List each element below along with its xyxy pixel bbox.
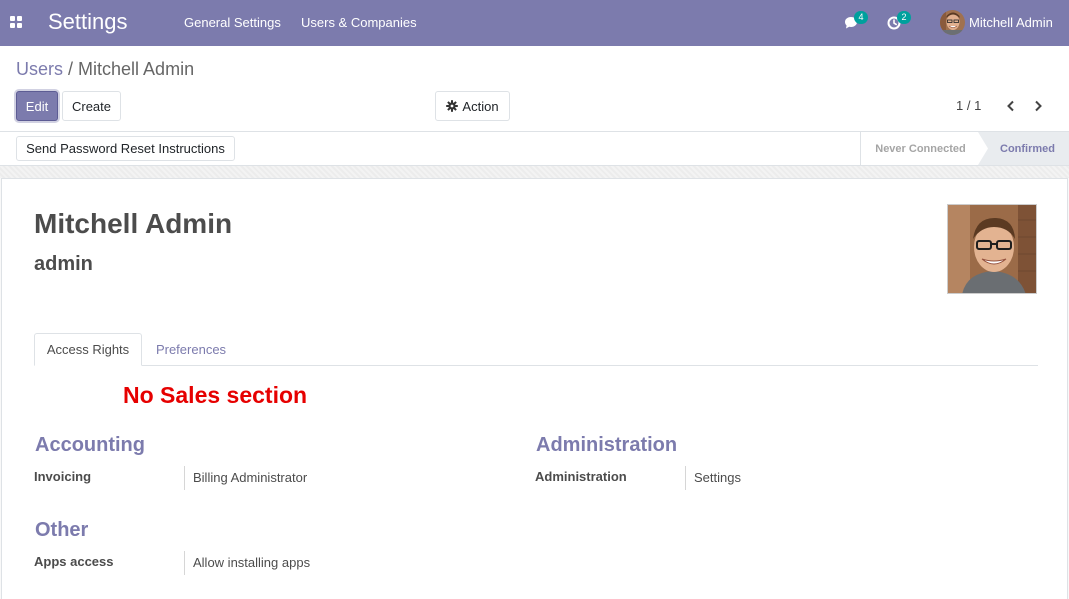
send-password-reset-button[interactable]: Send Password Reset Instructions — [16, 136, 235, 161]
messages-menu[interactable]: 4 — [844, 11, 868, 31]
action-button[interactable]: Action — [435, 91, 510, 121]
field-label-invoicing: Invoicing — [34, 469, 92, 484]
annotation-text: No Sales section — [123, 382, 308, 408]
pager-previous-button[interactable] — [1001, 96, 1021, 116]
user-photo[interactable] — [947, 204, 1037, 294]
group-title-accounting: Accounting — [35, 434, 145, 456]
form-statusbar: Send Password Reset Instructions Never C… — [0, 132, 1069, 166]
menu-general-settings[interactable]: General Settings — [184, 15, 281, 30]
status-confirmed: Confirmed — [978, 132, 1069, 165]
field-label-apps-access: Apps access — [34, 554, 114, 569]
field-value-administration[interactable]: Settings — [685, 466, 741, 490]
breadcrumb-separator: / — [68, 59, 74, 79]
activities-menu[interactable]: 2 — [887, 11, 911, 31]
pager-value[interactable]: 1 / 1 — [956, 98, 981, 113]
create-button[interactable]: Create — [62, 91, 121, 121]
breadcrumb-current: Mitchell Admin — [78, 59, 195, 79]
gear-icon — [446, 100, 459, 112]
apps-grid-icon[interactable] — [10, 16, 22, 28]
edit-button[interactable]: Edit — [16, 91, 58, 121]
chevron-right-icon — [1035, 100, 1042, 112]
group-title-administration: Administration — [536, 434, 678, 456]
field-label-administration: Administration — [535, 469, 627, 484]
group-title-other: Other — [35, 519, 89, 541]
user-login-field[interactable]: admin — [34, 253, 93, 276]
user-name-field[interactable]: Mitchell Admin — [34, 208, 232, 240]
chevron-left-icon — [1007, 100, 1014, 112]
field-value-invoicing[interactable]: Billing Administrator — [184, 466, 307, 490]
activities-count-badge: 2 — [897, 11, 911, 24]
form-sheet: Mitchell Admin admin Access Rights Prefe… — [1, 178, 1068, 599]
control-panel: Users / Mitchell Admin Edit Create Action … — [0, 46, 1069, 132]
notebook-tabs: Access Rights Preferences — [34, 333, 1038, 366]
messages-count-badge: 4 — [854, 11, 868, 24]
breadcrumb: Users / Mitchell Admin — [16, 59, 194, 80]
tab-access-rights[interactable]: Access Rights — [34, 333, 142, 366]
pager-next-button[interactable] — [1028, 96, 1048, 116]
field-value-apps-access[interactable]: Allow installing apps — [184, 551, 310, 575]
sheet-background — [0, 166, 1069, 178]
user-avatar[interactable] — [940, 10, 965, 35]
user-menu-name[interactable]: Mitchell Admin — [969, 15, 1053, 30]
top-navbar: Settings General Settings Users & Compan… — [0, 0, 1069, 46]
breadcrumb-users-link[interactable]: Users — [16, 59, 63, 79]
app-title[interactable]: Settings — [48, 9, 128, 35]
menu-users-companies[interactable]: Users & Companies — [301, 15, 417, 30]
tab-preferences[interactable]: Preferences — [144, 333, 238, 366]
status-never-connected[interactable]: Never Connected — [860, 132, 980, 165]
action-button-label: Action — [462, 98, 499, 114]
